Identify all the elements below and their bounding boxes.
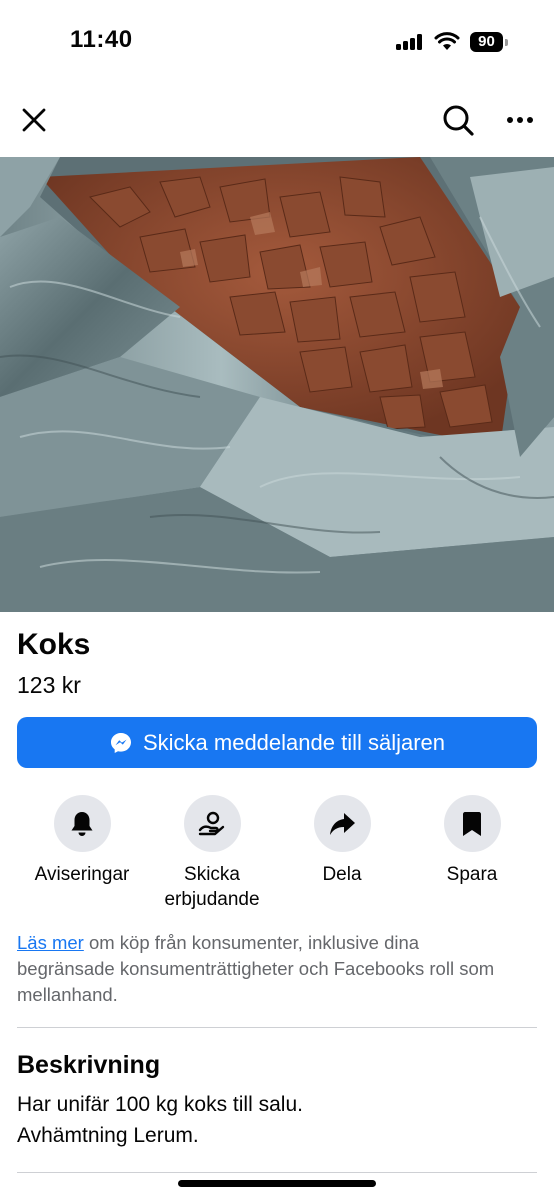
notifications-button[interactable]: Aviseringar (17, 795, 147, 887)
bookmark-icon (463, 811, 481, 836)
status-time: 11:40 (70, 26, 133, 53)
section-divider (17, 1027, 537, 1028)
top-navigation (0, 92, 554, 148)
offer-hand-icon (198, 811, 225, 835)
cellular-signal-icon (396, 34, 422, 50)
more-icon (507, 117, 533, 123)
save-label: Spara (446, 864, 498, 885)
section-divider (17, 1172, 537, 1173)
description-heading: Beskrivning (17, 1051, 161, 1079)
notifications-label: Aviseringar (34, 864, 130, 885)
battery-icon: 90 (470, 32, 508, 52)
status-bar: 11:40 90 (0, 0, 554, 82)
share-label: Dela (322, 864, 362, 885)
message-seller-button[interactable]: Skicka meddelande till säljaren (17, 717, 537, 768)
wifi-icon (434, 32, 460, 50)
description-line: Avhämtning Lerum. (17, 1124, 199, 1147)
bell-icon (71, 811, 93, 836)
listing-title: Koks (17, 628, 91, 661)
message-seller-label: Skicka meddelande till säljaren (142, 729, 446, 755)
close-icon (22, 108, 46, 132)
send-offer-label: Skicka erbjudande (164, 864, 260, 910)
messenger-icon (110, 732, 131, 753)
search-icon (443, 105, 474, 136)
consumer-rights-notice: Läs mer om köp från konsumenter, inklusi… (17, 930, 517, 1008)
battery-level: 90 (470, 32, 503, 52)
consumer-rights-text: om köp från konsumenter, inklusive dina … (17, 932, 495, 1005)
read-more-link[interactable]: Läs mer (17, 932, 84, 953)
description-line: Har unifär 100 kg koks till salu. (17, 1093, 303, 1116)
listing-price: 123 kr (17, 672, 81, 698)
share-button[interactable]: Dela (277, 795, 407, 887)
save-button[interactable]: Spara (407, 795, 537, 887)
listing-photo[interactable] (0, 157, 554, 612)
close-button[interactable] (10, 92, 58, 148)
search-button[interactable] (434, 92, 482, 148)
send-offer-button[interactable]: Skicka erbjudande (147, 795, 277, 912)
more-options-button[interactable] (496, 92, 544, 148)
listing-photo-image (0, 157, 554, 612)
home-indicator[interactable] (178, 1180, 376, 1187)
share-icon (330, 812, 355, 835)
